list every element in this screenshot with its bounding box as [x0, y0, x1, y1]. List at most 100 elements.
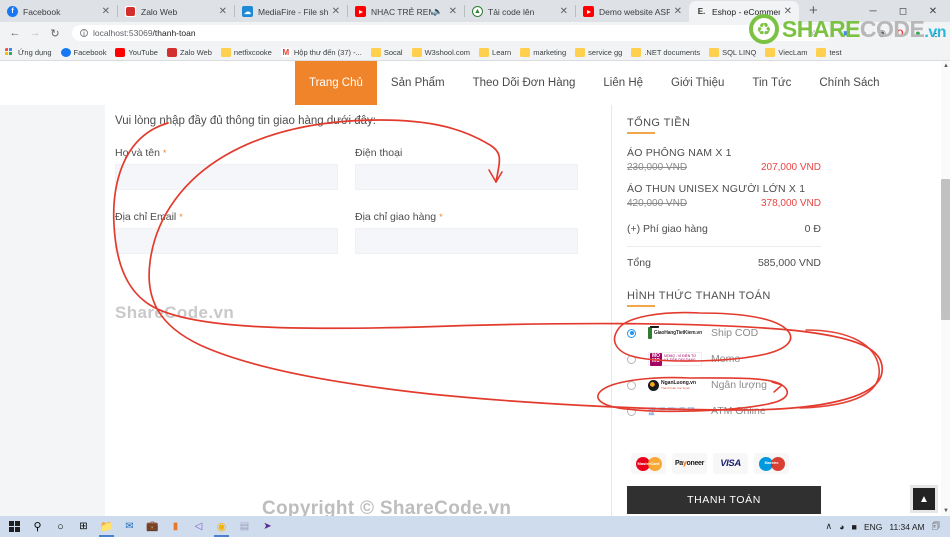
close-icon[interactable]: ✕	[328, 6, 344, 17]
new-tab-button[interactable]: +	[799, 2, 826, 21]
extension-icon-3[interactable]: ◉	[874, 25, 890, 41]
bookmark-sql-linq[interactable]: SQL LINQ	[709, 47, 756, 57]
bookmark-net-documents[interactable]: .NET documents	[631, 47, 700, 57]
bookmark-label: Facebook	[73, 47, 107, 57]
scrollbar-thumb[interactable]	[941, 179, 950, 320]
close-icon[interactable]: ✕	[98, 6, 114, 17]
total-value: 585,000 VND	[757, 257, 821, 269]
sublime-button[interactable]: ▮	[164, 516, 187, 537]
bookmark-marketing[interactable]: marketing	[520, 47, 567, 57]
bookmark-service-gg[interactable]: service gg	[575, 47, 622, 57]
wifi-icon[interactable]: ◕	[839, 522, 844, 532]
browser-tab-nhac-tre-remix[interactable]: NHẠC TRẺ REMIX 🔈 ✕	[348, 1, 464, 22]
back-icon[interactable]: ←	[6, 24, 24, 42]
task-view-button[interactable]: ⊞	[72, 516, 95, 537]
battery-icon[interactable]: ■	[852, 522, 857, 532]
extension-icon-4[interactable]: O	[892, 25, 908, 41]
mastercard-logo-icon: MasterCard	[631, 453, 666, 474]
payment-option-ship-cod[interactable]: GiaoHangTietKiem.vn Ship COD	[627, 320, 821, 346]
browser-tab-tai-code-len[interactable]: ▲ Tải code lên ✕	[465, 1, 575, 22]
page-scrollbar[interactable]: ▲ ▼	[941, 61, 950, 516]
close-icon[interactable]: ✕	[445, 6, 461, 17]
radio-atm-online[interactable]	[627, 406, 636, 416]
radio-momo[interactable]	[627, 354, 636, 364]
browser-tab-facebook[interactable]: f Facebook ✕	[0, 1, 117, 22]
cortana-button[interactable]: ○	[49, 516, 72, 537]
bookmark-w3shool[interactable]: W3shool.com	[411, 47, 471, 57]
scrollbar-up-arrow[interactable]: ▲	[943, 63, 949, 69]
input-ho-va-ten[interactable]	[115, 164, 338, 190]
bookmark-star-icon[interactable]: ☆	[806, 25, 822, 41]
bookmark-learn[interactable]: Learn	[479, 47, 511, 57]
bookmark-zalo-web[interactable]: Zalo Web	[166, 47, 212, 57]
vscode-insiders-button[interactable]: ◁	[187, 516, 210, 537]
bookmark-youtube[interactable]: YouTube	[115, 47, 158, 57]
nav-lien-he[interactable]: Liên Hệ	[589, 61, 657, 105]
browser-tab-zalo[interactable]: Zalo Web ✕	[118, 1, 234, 22]
tab-title: Zalo Web	[141, 6, 178, 17]
nav-san-pham[interactable]: Sản Phẩm	[377, 61, 459, 105]
nav-chinh-sach[interactable]: Chính Sách	[805, 61, 893, 105]
mute-icon[interactable]: 🔈	[433, 7, 445, 16]
extension-icon-2[interactable]: ●	[856, 25, 872, 41]
window-close-button[interactable]: ✕	[918, 0, 948, 22]
forward-icon[interactable]: →	[26, 24, 44, 42]
folder-icon	[765, 47, 776, 57]
extension-icon-1[interactable]: ■	[838, 25, 854, 41]
site-info-icon[interactable]: i	[80, 29, 88, 38]
notification-icon[interactable]: 🗊	[932, 519, 940, 535]
close-icon[interactable]: ✕	[556, 6, 572, 17]
scrollbar-down-arrow[interactable]: ▼	[943, 508, 949, 514]
bookmark-ung-dung[interactable]: Ứng dụng	[5, 47, 52, 57]
address-bar[interactable]: i localhost:53069/thanh-toan ☆	[72, 25, 830, 41]
file-explorer-button[interactable]: 📁	[95, 516, 118, 537]
close-icon[interactable]: ✕	[780, 6, 796, 17]
summary-divider	[627, 246, 821, 247]
folder-icon	[370, 47, 381, 57]
browser-tab-eshop-active[interactable]: E. Eshop - eCommerce H ✕	[689, 1, 799, 22]
start-button[interactable]	[3, 516, 26, 537]
nav-gioi-thieu[interactable]: Giới Thiệu	[657, 61, 738, 105]
nav-trang-chu[interactable]: Trang Chủ	[295, 61, 377, 105]
input-dia-chi-giao-hang[interactable]	[355, 228, 578, 254]
checkout-button[interactable]: THANH TOÁN	[627, 486, 821, 514]
nav-tin-tuc[interactable]: Tin Tức	[738, 61, 805, 105]
input-dien-thoai[interactable]	[355, 164, 578, 190]
show-hidden-icons-button[interactable]: ∧	[825, 521, 832, 532]
close-icon[interactable]: ✕	[670, 6, 686, 17]
reload-icon[interactable]: ↻	[46, 24, 64, 42]
store-button[interactable]: 💼	[141, 516, 164, 537]
browser-tab-demo-website[interactable]: Demo website ASP. NE ✕	[576, 1, 689, 22]
search-button[interactable]: ⚲	[26, 516, 49, 537]
close-icon[interactable]: ✕	[215, 6, 231, 17]
bookmark-netfixcooke[interactable]: netfixcooke	[220, 47, 272, 57]
radio-ship-cod[interactable]	[627, 328, 636, 338]
avatar[interactable]: ●	[910, 25, 926, 41]
bookmark-label: marketing	[533, 47, 567, 57]
payment-option-momo[interactable]: MO MO MOMO - VÍ ĐIỆN TỬ VÀ TIỀN DIDI DANG M…	[627, 346, 821, 372]
language-indicator[interactable]: ENG	[864, 522, 882, 532]
bookmark-label: W3shool.com	[424, 47, 471, 57]
payment-option-atm-online[interactable]: VCB ACB BIDV VTB TCB MB ATM Online	[627, 398, 821, 424]
mail-button[interactable]: ✉	[118, 516, 141, 537]
browser-tab-mediafire[interactable]: ☁ MediaFire - File sharing ✕	[235, 1, 347, 22]
nav-theo-doi-don-hang[interactable]: Theo Dõi Đơn Hàng	[459, 61, 590, 105]
bookmark-test[interactable]: test	[816, 47, 842, 57]
visual-studio-button[interactable]: ➤	[256, 516, 279, 537]
input-dia-chi-email[interactable]	[115, 228, 338, 254]
clock[interactable]: 11:34 AM	[889, 522, 924, 532]
bookmark-socal[interactable]: Socal	[370, 47, 403, 57]
sql-button[interactable]: ▤	[233, 516, 256, 537]
summary-title: TỔNG TIỀN	[627, 117, 691, 129]
scroll-to-top-button[interactable]: ▲	[910, 485, 938, 513]
window-minimize-button[interactable]: ─	[858, 0, 888, 22]
chrome-menu-icon[interactable]: ⋮	[928, 25, 944, 41]
payment-label: ATM Online	[711, 405, 766, 417]
window-maximize-button[interactable]: ◻	[888, 0, 918, 22]
bookmark-hop-thu-den[interactable]: M Hộp thư đến (37) -...	[280, 47, 362, 57]
chrome-button[interactable]: ◉	[210, 516, 233, 537]
radio-ngan-luong[interactable]	[627, 380, 636, 390]
payment-option-ngan-luong[interactable]: NganLuong.vn Thanh toan truc tuyen Ngân l…	[627, 372, 821, 398]
bookmark-facebook[interactable]: Facebook	[60, 47, 107, 57]
bookmark-viec-lam[interactable]: ViecLam	[765, 47, 807, 57]
